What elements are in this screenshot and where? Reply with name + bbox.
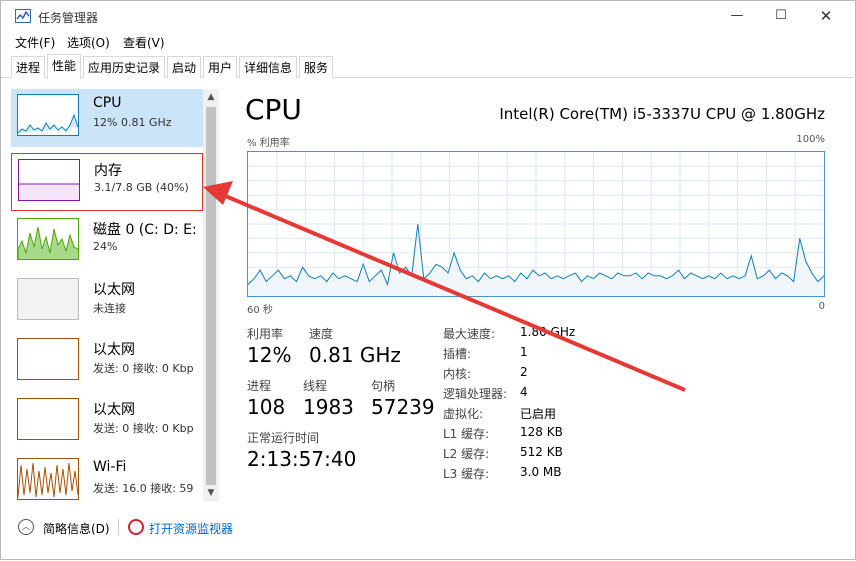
- info-label: L2 缓存:: [443, 447, 490, 461]
- wifi-thumbnail: [17, 458, 79, 500]
- tab-bar: 进程 性能 应用历史记录 启动 用户 详细信息 服务: [1, 54, 856, 79]
- tab-app-history[interactable]: 应用历史记录: [83, 56, 166, 78]
- tab-users[interactable]: 用户: [203, 56, 238, 78]
- sidebar-item-detail: 24%: [93, 240, 118, 253]
- sidebar-item-ethernet-3[interactable]: 以太网 发送: 0 接收: 0 Kbp: [11, 393, 203, 451]
- handles-label: 句柄: [371, 379, 396, 393]
- sidebar-item-detail: 3.1/7.8 GB (40%): [94, 181, 189, 194]
- graph-label-max: 100%: [796, 134, 825, 145]
- graph-axis-right: 0: [818, 301, 825, 312]
- resource-monitor-icon[interactable]: [128, 519, 144, 535]
- graph-label-utilization: % 利用率: [247, 138, 290, 149]
- open-resource-monitor-link[interactable]: 打开资源监视器: [149, 520, 233, 537]
- sidebar-item-ethernet-2[interactable]: 以太网 发送: 0 接收: 0 Kbp: [11, 333, 203, 391]
- info-value: 512 KB: [520, 445, 563, 459]
- menu-options[interactable]: 选项(O): [67, 34, 110, 51]
- uptime-label: 正常运行时间: [247, 431, 320, 445]
- sidebar-item-label: 以太网: [93, 402, 135, 418]
- sidebar-item-ethernet-1[interactable]: 以太网 未连接: [11, 273, 203, 331]
- sidebar-item-detail: 未连接: [93, 302, 126, 315]
- cpu-utilization-graph: [247, 151, 825, 297]
- sidebar-item-detail: 发送: 0 接收: 0 Kbp: [93, 422, 194, 435]
- scroll-down-arrow-icon[interactable]: ▼: [203, 485, 219, 501]
- utilization-label: 利用率: [247, 327, 284, 341]
- tab-details[interactable]: 详细信息: [239, 56, 298, 78]
- handles-value: 57239: [371, 395, 435, 419]
- info-value: 1.80 GHz: [520, 325, 576, 339]
- sidebar-item-label: 内存: [94, 163, 122, 179]
- footer-divider: [118, 519, 119, 535]
- memory-thumbnail: [18, 159, 80, 201]
- info-label: L3 缓存:: [443, 467, 490, 481]
- page-title: CPU: [245, 93, 302, 126]
- disk-thumbnail: [17, 218, 79, 260]
- sidebar-item-label: 磁盘 0 (C: D: E:: [93, 222, 197, 238]
- tab-processes[interactable]: 进程: [11, 56, 46, 78]
- minimize-button[interactable]: —: [714, 1, 760, 31]
- info-value: 128 KB: [520, 425, 563, 439]
- sidebar-item-memory[interactable]: 内存 3.1/7.8 GB (40%): [11, 153, 203, 211]
- tab-startup[interactable]: 启动: [167, 56, 202, 78]
- sidebar-item-label: Wi-Fi: [93, 459, 127, 475]
- scroll-up-arrow-icon[interactable]: ▲: [203, 89, 219, 105]
- fewer-details-link[interactable]: 简略信息(D): [43, 520, 110, 537]
- info-label: 逻辑处理器:: [443, 387, 508, 401]
- cpu-thumbnail: [17, 94, 79, 136]
- ethernet-thumbnail: [17, 278, 79, 320]
- info-label: 最大速度:: [443, 327, 496, 341]
- menu-bar: 文件(F) 选项(O) 查看(V): [1, 32, 856, 52]
- task-manager-window: 任务管理器 — ☐ ✕ 文件(F) 选项(O) 查看(V) 进程 性能 应用历史…: [0, 0, 856, 560]
- processes-label: 进程: [247, 379, 272, 393]
- scroll-thumb[interactable]: [206, 107, 216, 485]
- info-value: 3.0 MB: [520, 465, 562, 479]
- info-value: 2: [520, 365, 528, 379]
- maximize-button[interactable]: ☐: [758, 1, 804, 31]
- ethernet-thumbnail: [17, 398, 79, 440]
- resource-list: CPU 12% 0.81 GHz 内存 3.1/7.8 GB (40%) 磁盘 …: [11, 89, 221, 501]
- sidebar-item-label: 以太网: [93, 342, 135, 358]
- speed-value: 0.81 GHz: [309, 343, 401, 367]
- processes-value: 108: [247, 395, 286, 419]
- sidebar-item-wifi[interactable]: Wi-Fi 发送: 16.0 接收: 59: [11, 453, 203, 511]
- info-value: 1: [520, 345, 528, 359]
- graph-axis-left: 60 秒: [247, 305, 273, 316]
- info-label: 内核:: [443, 367, 472, 381]
- info-value: 4: [520, 385, 528, 399]
- sidebar-item-label: 以太网: [93, 282, 135, 298]
- menu-view[interactable]: 查看(V): [123, 34, 165, 51]
- task-manager-icon: [15, 9, 31, 23]
- cpu-detail-panel: CPU Intel(R) Core(TM) i5-3337U CPU @ 1.8…: [231, 89, 841, 501]
- title-bar: 任务管理器 — ☐ ✕: [1, 1, 856, 31]
- sidebar-item-disk[interactable]: 磁盘 0 (C: D: E: 24%: [11, 213, 203, 271]
- uptime-value: 2:13:57:40: [247, 447, 357, 471]
- utilization-value: 12%: [247, 343, 292, 367]
- sidebar-item-label: CPU: [93, 95, 122, 111]
- close-button[interactable]: ✕: [803, 1, 849, 31]
- info-label: L1 缓存:: [443, 427, 490, 441]
- tab-services[interactable]: 服务: [299, 56, 334, 78]
- info-label: 虚拟化:: [443, 407, 484, 421]
- threads-label: 线程: [303, 379, 328, 393]
- sidebar-item-detail: 发送: 16.0 接收: 59: [93, 482, 194, 495]
- chevron-up-icon[interactable]: ︿: [18, 519, 34, 535]
- sidebar-scrollbar[interactable]: ▲ ▼: [203, 89, 219, 501]
- info-label: 插槽:: [443, 347, 472, 361]
- tab-performance[interactable]: 性能: [47, 54, 82, 79]
- threads-value: 1983: [303, 395, 354, 419]
- info-value: 已启用: [520, 407, 557, 421]
- cpu-model: Intel(R) Core(TM) i5-3337U CPU @ 1.80GHz: [499, 105, 825, 123]
- ethernet-thumbnail: [17, 338, 79, 380]
- cpu-graph-svg: [247, 152, 825, 296]
- sidebar-item-detail: 发送: 0 接收: 0 Kbp: [93, 362, 194, 375]
- footer-bar: ︿ 简略信息(D) 打开资源监视器: [1, 511, 856, 541]
- sidebar-item-detail: 12% 0.81 GHz: [93, 116, 172, 129]
- sidebar-item-cpu[interactable]: CPU 12% 0.81 GHz: [11, 89, 203, 147]
- window-title: 任务管理器: [38, 11, 99, 25]
- speed-label: 速度: [309, 327, 334, 341]
- menu-file[interactable]: 文件(F): [15, 34, 55, 51]
